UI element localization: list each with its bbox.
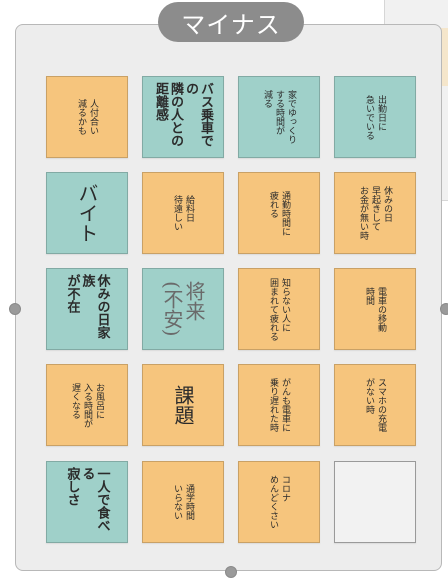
sticky-note-text: 休みの日 早起きして お金が無い時 xyxy=(358,186,392,240)
sticky-note[interactable]: バイト xyxy=(46,172,128,254)
sticky-note[interactable]: お風呂に 入る時間が 遅くなる xyxy=(46,364,128,446)
sticky-note-text: 知らない人に 囲まれて疲れる xyxy=(268,277,290,341)
sticky-note[interactable]: 給料日 待遠しい xyxy=(142,172,224,254)
sticky-note[interactable]: コロナ めんどくさい xyxy=(238,461,320,543)
resize-handle-bottom[interactable] xyxy=(225,566,237,578)
sticky-note-text: 課題 xyxy=(171,385,195,425)
sticky-note[interactable]: 家でゆっくり する時間が 減る xyxy=(238,76,320,158)
sticky-note-text: がんも電車に 乗り遅れた時 xyxy=(268,378,290,432)
resize-handle-left[interactable] xyxy=(9,303,21,315)
sticky-note[interactable]: 電車の移動 時間 xyxy=(334,268,416,350)
sticky-note-text: 休みの日家族 が不在 xyxy=(64,274,110,339)
sticky-note-text: 通学時間 いらない xyxy=(172,484,194,520)
sticky-note-text: コロナ めんどくさい xyxy=(268,475,290,529)
sticky-note-text: 将来 (不安) xyxy=(160,281,206,337)
sticky-note-text: 人付合い 減るかも xyxy=(76,99,98,135)
sticky-note-text: 出勤日に 急いでいる xyxy=(364,94,386,140)
sticky-note-text: 通勤時間に 疲れる xyxy=(268,190,290,236)
sticky-note-text: 家でゆっくり する時間が 減る xyxy=(262,90,296,144)
sticky-note[interactable]: 通学時間 いらない xyxy=(142,461,224,543)
empty-note-slot[interactable] xyxy=(334,461,416,543)
sticky-note-text: 電車の移動 時間 xyxy=(364,286,386,332)
sticky-note-text: スマホの充電 がない時 xyxy=(364,378,386,432)
sticky-note-text: 給料日 待遠しい xyxy=(172,195,194,231)
sticky-note[interactable]: スマホの充電 がない時 xyxy=(334,364,416,446)
sticky-note[interactable]: 出勤日に 急いでいる xyxy=(334,76,416,158)
sticky-note[interactable]: 一人で食べる 寂しさ xyxy=(46,461,128,543)
sticky-note[interactable]: バス乗車での 隣の人との 距離感 xyxy=(142,76,224,158)
resize-handle-right[interactable] xyxy=(440,303,448,315)
sticky-note[interactable]: 知らない人に 囲まれて疲れる xyxy=(238,268,320,350)
sticky-note[interactable]: 通勤時間に 疲れる xyxy=(238,172,320,254)
sticky-note-text: バス乗車での 隣の人との 距離感 xyxy=(153,82,213,147)
sticky-note[interactable]: 人付合い 減るかも xyxy=(46,76,128,158)
sticky-note[interactable]: がんも電車に 乗り遅れた時 xyxy=(238,364,320,446)
sticky-note-text: 一人で食べる 寂しさ xyxy=(64,467,110,532)
board-title[interactable]: マイナス xyxy=(158,2,304,42)
sticky-note[interactable]: 休みの日 早起きして お金が無い時 xyxy=(334,172,416,254)
sticky-note-text: バイト xyxy=(75,183,99,243)
sticky-note[interactable]: 休みの日家族 が不在 xyxy=(46,268,128,350)
sticky-note-text: お風呂に 入る時間が 遅くなる xyxy=(70,382,104,428)
sticky-note[interactable]: 課題 xyxy=(142,364,224,446)
sticky-note[interactable]: 将来 (不安) xyxy=(142,268,224,350)
